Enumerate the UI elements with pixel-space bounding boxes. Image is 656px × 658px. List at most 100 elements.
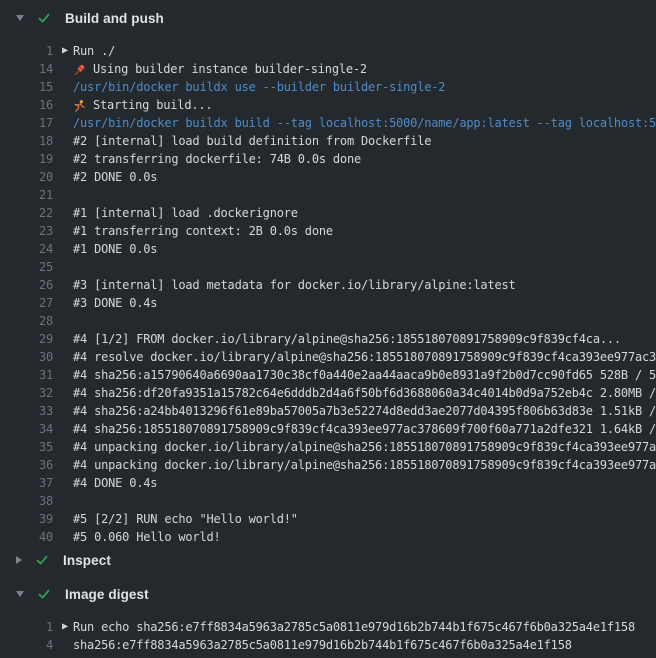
line-number[interactable]: 37 [0,474,53,492]
log-line: 4 sha256:e7ff8834a5963a2785c5a0811e979d16… [0,636,656,654]
pushpin-icon [73,63,86,76]
log-line: 25 [0,258,656,276]
line-number[interactable]: 20 [0,168,53,186]
log-line: 24 #1 DONE 0.0s [0,240,656,258]
log-line: 37 #4 DONE 0.4s [0,474,656,492]
line-number[interactable]: 35 [0,438,53,456]
log-line: 18 #2 [internal] load build definition fr… [0,132,656,150]
check-icon [35,553,49,567]
line-number[interactable]: 23 [0,222,53,240]
section-image-digest: Image digest 1 ▶Run echo sha256:e7ff8834a… [0,582,656,654]
run-toggle-icon[interactable]: ▶ [62,42,73,60]
log-line: 30 #4 resolve docker.io/library/alpine@sh… [0,348,656,366]
runner-icon [73,99,86,112]
log-line: 17/usr/bin/docker buildx build --tag loc… [0,114,656,132]
line-number[interactable]: 16 [0,96,53,114]
run-toggle-icon[interactable]: ▶ [62,618,73,636]
line-number[interactable]: 4 [0,636,53,654]
line-number[interactable]: 40 [0,528,53,546]
log-text: #4 unpacking docker.io/library/alpine@sh… [73,438,656,456]
line-number[interactable]: 32 [0,384,53,402]
line-number[interactable]: 18 [0,132,53,150]
log-line: 19#2 transferring dockerfile: 74B 0.0s d… [0,150,656,168]
line-number[interactable]: 38 [0,492,53,510]
log-line: 28 [0,312,656,330]
section-body-build-and-push: 1 ▶Run ./ 14 Using builder instance builder… [0,42,656,546]
line-number[interactable]: 1 [0,42,53,60]
log-line: 33 #4 sha256:a24bb4013296f61e89ba57005a7b… [0,402,656,420]
log-command-text: /usr/bin/docker buildx use --builder bui… [73,78,445,96]
log-line: 32 #4 sha256:df20fa9351a15782c64e6dddb2d4… [0,384,656,402]
section-title: Image digest [65,587,149,602]
log-text: #1 [internal] load .dockerignore [73,204,298,222]
log-line: 27 #3 DONE 0.4s [0,294,656,312]
check-icon [37,11,51,25]
section-header-build-and-push[interactable]: Build and push [0,6,656,30]
line-number[interactable]: 21 [0,186,53,204]
line-number[interactable]: 31 [0,366,53,384]
line-number[interactable]: 25 [0,258,53,276]
section-inspect: Inspect [0,548,656,572]
chevron-down-icon[interactable] [16,591,24,597]
chevron-down-icon[interactable] [16,15,24,21]
log-line: 29#4 [1/2] FROM docker.io/library/alpine… [0,330,656,348]
line-number[interactable]: 26 [0,276,53,294]
log-line: 39#5 [2/2] RUN echo "Hello world!" [0,510,656,528]
log-text: #1 transferring context: 2B 0.0s done [73,222,333,240]
log-line: 31#4 sha256:a15790640a6690aa1730c38cf0a4… [0,366,656,384]
log-line: 38 [0,492,656,510]
log-line: 36 #4 unpacking docker.io/library/alpine@… [0,456,656,474]
log-command-text: /usr/bin/docker buildx build --tag local… [73,114,656,132]
log-text: #1 DONE 0.0s [73,240,157,258]
chevron-right-icon[interactable] [16,556,22,564]
log-line: 40 #5 0.060 Hello world! [0,528,656,546]
log-text: #4 sha256:df20fa9351a15782c64e6dddb2d4a6… [73,384,656,402]
log-text: Starting build... [73,96,212,114]
log-text: #4 resolve docker.io/library/alpine@sha2… [73,348,656,366]
log-text: #4 unpacking docker.io/library/alpine@sh… [73,456,656,474]
log-line: 34 #4 sha256:185518070891758909c9f839cf4c… [0,420,656,438]
line-number[interactable]: 29 [0,330,53,348]
line-number[interactable]: 36 [0,456,53,474]
line-number[interactable]: 33 [0,402,53,420]
line-number[interactable]: 17 [0,114,53,132]
line-number[interactable]: 34 [0,420,53,438]
log-text: Using builder instance builder-single-2 [73,60,367,78]
line-number[interactable]: 27 [0,294,53,312]
section-header-image-digest[interactable]: Image digest [0,582,656,606]
log-line: 35 #4 unpacking docker.io/library/alpine@… [0,438,656,456]
log-text: #5 0.060 Hello world! [73,528,221,546]
line-number[interactable]: 1 [0,618,53,636]
log-text: sha256:e7ff8834a5963a2785c5a0811e979d16b… [73,636,572,654]
line-number[interactable]: 39 [0,510,53,528]
log-text: #3 DONE 0.4s [73,294,157,312]
log-text: ▶Run echo sha256:e7ff8834a5963a2785c5a08… [73,618,635,636]
line-number[interactable]: 28 [0,312,53,330]
workflow-log-viewer: Build and push 1▶Run ./14Using builder i… [0,0,656,658]
log-line: 22 #1 [internal] load .dockerignore [0,204,656,222]
section-title: Build and push [65,11,164,26]
check-icon [37,587,51,601]
line-number[interactable]: 14 [0,60,53,78]
log-line: 14 Using builder instance builder-single-… [0,60,656,78]
line-number[interactable]: 24 [0,240,53,258]
log-text: ▶Run ./ [73,42,115,60]
section-header-inspect[interactable]: Inspect [0,548,656,572]
line-number[interactable]: 30 [0,348,53,366]
log-line: 1 ▶Run echo sha256:e7ff8834a5963a2785c5a0… [0,618,656,636]
log-text: #4 sha256:a24bb4013296f61e89ba57005a7b3e… [73,402,656,420]
log-text: #2 DONE 0.0s [73,168,157,186]
log-text: #3 [internal] load metadata for docker.i… [73,276,516,294]
log-text: #4 sha256:185518070891758909c9f839cf4ca3… [73,420,656,438]
line-number[interactable]: 15 [0,78,53,96]
log-text: #4 DONE 0.4s [73,474,157,492]
log-line: 15/usr/bin/docker buildx use --builder b… [0,78,656,96]
log-line: 16 Starting build... [0,96,656,114]
log-line: 26 #3 [internal] load metadata for docker… [0,276,656,294]
log-line: 21 [0,186,656,204]
line-number[interactable]: 19 [0,150,53,168]
section-build-and-push: Build and push 1 ▶Run ./ 14 Using builder i… [0,6,656,546]
log-line: 20 #2 DONE 0.0s [0,168,656,186]
line-number[interactable]: 22 [0,204,53,222]
log-text: #2 [internal] load build definition from… [73,132,431,150]
